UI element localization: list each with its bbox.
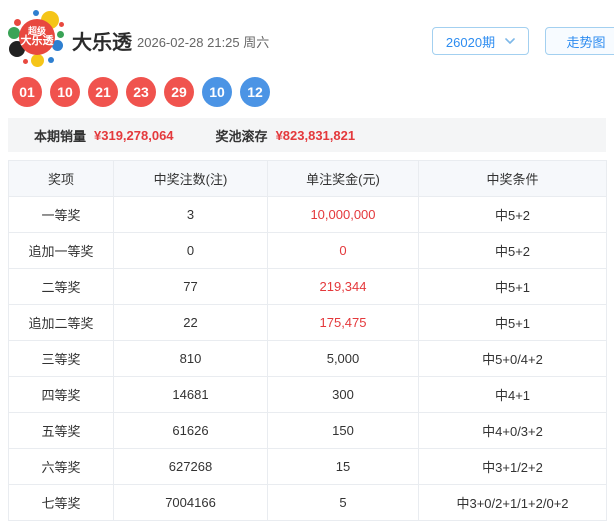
header-prize-level: 奖项 [8, 160, 114, 197]
chevron-down-icon [505, 38, 515, 44]
issue-select-label: 26020期 [445, 34, 496, 50]
cell-win-condition: 中5+1 [418, 268, 607, 305]
logo-dot [59, 22, 64, 27]
cell-prize-amount: 219,344 [267, 268, 419, 305]
cell-prize-amount: 10,000,000 [267, 196, 419, 233]
cell-winner-count: 22 [113, 304, 268, 341]
logo-badge: 超级 大乐透 [19, 19, 55, 55]
cell-win-condition: 中4+1 [418, 376, 607, 413]
cell-prize-amount: 5 [267, 484, 419, 521]
cell-winner-count: 77 [113, 268, 268, 305]
sales-value: ¥319,278,064 [94, 127, 174, 143]
draw-datetime: 2026-02-28 21:25 周六 [137, 35, 270, 50]
lottery-ball-front: 23 [126, 77, 156, 107]
table-header-row: 奖项 中奖注数(注) 单注奖金(元) 中奖条件 [8, 160, 607, 197]
cell-winner-count: 14681 [113, 376, 268, 413]
cell-winner-count: 0 [113, 232, 268, 269]
header-win-condition: 中奖条件 [418, 160, 607, 197]
header-prize-amount: 单注奖金(元) [267, 160, 419, 197]
logo-dot [23, 59, 28, 64]
summary-bar: 本期销量 ¥319,278,064 奖池滚存 ¥823,831,821 [8, 118, 606, 152]
lottery-ball-back: 12 [240, 77, 270, 107]
header-winner-count: 中奖注数(注) [113, 160, 268, 197]
cell-prize-level: 一等奖 [8, 196, 114, 233]
lottery-balls: 01 10 21 23 29 10 12 [12, 77, 614, 107]
lottery-ball-front: 10 [50, 77, 80, 107]
table-row: 二等奖 77 219,344 中5+1 [8, 268, 607, 305]
table-row: 三等奖 810 5,000 中5+0/4+2 [8, 340, 607, 377]
trend-chart-label: 走势图 [566, 34, 606, 50]
cell-win-condition: 中5+1 [418, 304, 607, 341]
cell-prize-level: 五等奖 [8, 412, 114, 449]
cell-prize-level: 六等奖 [8, 448, 114, 485]
cell-win-condition: 中5+2 [418, 232, 607, 269]
table-row: 五等奖 61626 150 中4+0/3+2 [8, 412, 607, 449]
logo-dot [14, 19, 21, 26]
cell-prize-level: 三等奖 [8, 340, 114, 377]
logo-dot [33, 10, 39, 16]
table-row: 六等奖 627268 15 中3+1/2+2 [8, 448, 607, 485]
issue-select-dropdown[interactable]: 26020期 [432, 27, 529, 55]
cell-winner-count: 61626 [113, 412, 268, 449]
cell-prize-level: 追加一等奖 [8, 232, 114, 269]
prize-table: 奖项 中奖注数(注) 单注奖金(元) 中奖条件 一等奖 3 10,000,000 中5… [8, 160, 607, 521]
super-lotto-logo: 超级 大乐透 [8, 10, 66, 68]
table-row: 一等奖 3 10,000,000 中5+2 [8, 196, 607, 233]
table-row: 四等奖 14681 300 中4+1 [8, 376, 607, 413]
table-row: 追加二等奖 22 175,475 中5+1 [8, 304, 607, 341]
cell-prize-amount: 0 [267, 232, 419, 269]
cell-prize-level: 七等奖 [8, 484, 114, 521]
logo-text-bottom: 大乐透 [20, 34, 54, 47]
cell-win-condition: 中4+0/3+2 [418, 412, 607, 449]
cell-winner-count: 7004166 [113, 484, 268, 521]
logo-dot [57, 31, 64, 38]
prize-table-body: 一等奖 3 10,000,000 中5+2 追加一等奖 0 0 中5+2 二等奖 77 219,34… [8, 196, 607, 521]
lottery-ball-front: 21 [88, 77, 118, 107]
lottery-ball-front: 29 [164, 77, 194, 107]
logo-dot [31, 54, 44, 67]
pool-label: 奖池滚存 [215, 128, 268, 144]
table-row: 七等奖 7004166 5 中3+0/2+1/1+2/0+2 [8, 484, 607, 521]
cell-prize-amount: 5,000 [267, 340, 419, 377]
cell-prize-level: 二等奖 [8, 268, 114, 305]
cell-win-condition: 中3+0/2+1/1+2/0+2 [418, 484, 607, 521]
cell-winner-count: 3 [113, 196, 268, 233]
cell-prize-level: 追加二等奖 [8, 304, 114, 341]
cell-winner-count: 810 [113, 340, 268, 377]
cell-prize-amount: 150 [267, 412, 419, 449]
cell-win-condition: 中3+1/2+2 [418, 448, 607, 485]
sales-label: 本期销量 [34, 128, 87, 144]
lottery-ball-front: 01 [12, 77, 42, 107]
logo-dot [48, 57, 54, 63]
cell-prize-level: 四等奖 [8, 376, 114, 413]
trend-chart-button[interactable]: 走势图 [545, 27, 614, 55]
cell-win-condition: 中5+2 [418, 196, 607, 233]
table-row: 追加一等奖 0 0 中5+2 [8, 232, 607, 269]
pool-value: ¥823,831,821 [275, 127, 356, 143]
lottery-ball-back: 10 [202, 77, 232, 107]
page-title: 大乐透 [72, 32, 132, 54]
cell-prize-amount: 175,475 [267, 304, 419, 341]
cell-prize-amount: 15 [267, 448, 419, 485]
page-header: 超级 大乐透 大乐透 2026-02-28 21:25 周六 26020期 走势… [0, 0, 614, 72]
cell-win-condition: 中5+0/4+2 [418, 340, 607, 377]
cell-winner-count: 627268 [113, 448, 268, 485]
cell-prize-amount: 300 [267, 376, 419, 413]
